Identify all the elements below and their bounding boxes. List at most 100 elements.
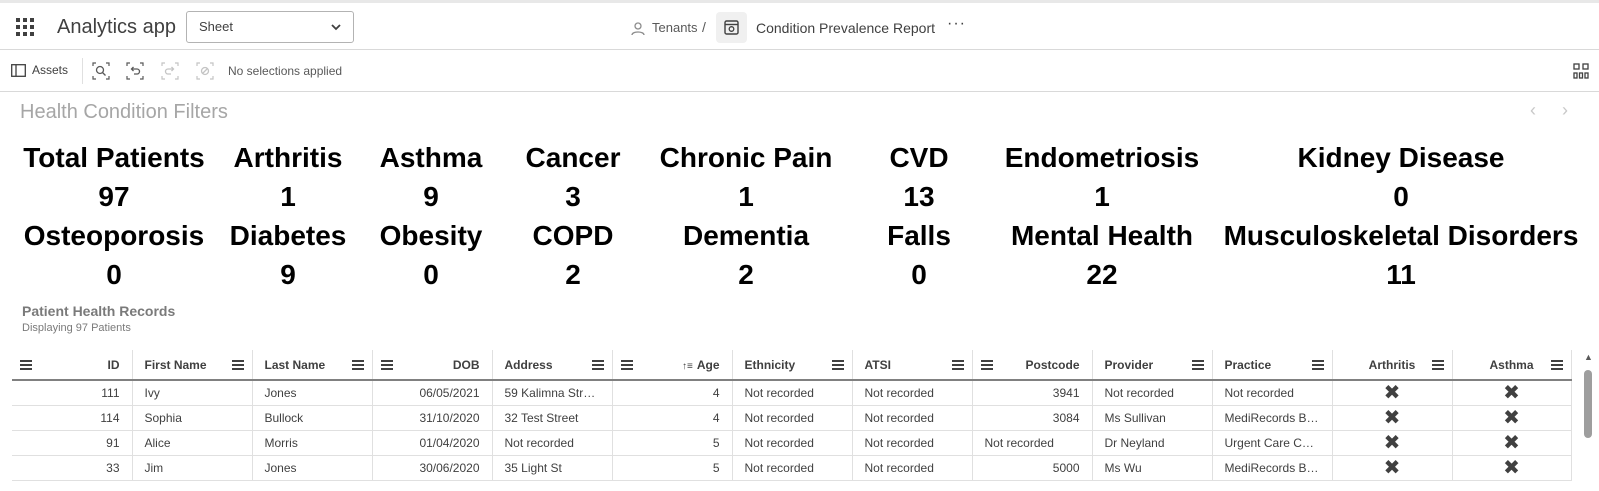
kpi-dementia[interactable]: Dementia 2	[646, 216, 846, 294]
cell-id[interactable]: 91	[12, 430, 133, 456]
column-header-atsi[interactable]: ATSI	[852, 350, 973, 381]
smart-search-icon[interactable]	[92, 62, 110, 80]
app-grid-icon[interactable]	[16, 18, 34, 36]
kpi-copd[interactable]: COPD 2	[500, 216, 646, 294]
kpi-arthritis[interactable]: Arthritis 1	[214, 138, 362, 216]
column-menu-icon[interactable]	[1550, 360, 1563, 370]
kpi-cvd[interactable]: CVD 13	[846, 138, 992, 216]
cross-icon[interactable]: ✖	[1332, 380, 1453, 406]
column-menu-icon[interactable]	[591, 360, 604, 370]
cross-icon[interactable]: ✖	[1332, 430, 1453, 456]
kpi-chronic-pain[interactable]: Chronic Pain 1	[646, 138, 846, 216]
column-menu-icon[interactable]	[980, 360, 993, 370]
column-header-ethnicity[interactable]: Ethnicity	[732, 350, 853, 381]
cross-icon[interactable]: ✖	[1452, 405, 1572, 431]
cell-age[interactable]: 5	[612, 430, 733, 456]
cell-provider[interactable]: Not recorded	[1092, 380, 1213, 406]
kpi-total-patients[interactable]: Total Patients 97	[14, 138, 214, 216]
cell-first-name[interactable]: Ivy	[132, 380, 253, 406]
cell-last-name[interactable]: Jones	[252, 455, 373, 481]
column-header-arthritis[interactable]: Arthritis	[1332, 350, 1453, 381]
column-menu-icon[interactable]	[231, 360, 244, 370]
chevron-right-icon[interactable]: ›	[1562, 100, 1568, 121]
cross-icon[interactable]: ✖	[1452, 380, 1572, 406]
cell-ethnicity[interactable]: Not recorded	[732, 405, 853, 431]
column-menu-icon[interactable]	[20, 360, 32, 370]
cell-provider[interactable]: Ms Sullivan	[1092, 405, 1213, 431]
kpi-osteoporosis[interactable]: Osteoporosis 0	[14, 216, 214, 294]
cell-first-name[interactable]: Jim	[132, 455, 253, 481]
sheet-dropdown[interactable]: Sheet	[186, 11, 354, 43]
cell-practice[interactable]: Not recorded	[1212, 380, 1333, 406]
cell-id[interactable]: 114	[12, 405, 133, 431]
table-row[interactable]: 91 Alice Morris 01/04/2020 Not recorded …	[12, 430, 1572, 456]
clear-selections-icon[interactable]	[196, 62, 214, 80]
cell-age[interactable]: 4	[612, 380, 733, 406]
table-row[interactable]: 111 Ivy Jones 06/05/2021 59 Kalimna Stre…	[12, 380, 1572, 406]
cell-postcode[interactable]: 3084	[972, 405, 1093, 431]
column-header-provider[interactable]: Provider	[1092, 350, 1213, 381]
cross-icon[interactable]: ✖	[1332, 405, 1453, 431]
assets-button[interactable]: Assets	[11, 63, 68, 77]
cell-practice[interactable]: MediRecords Bu...	[1212, 455, 1333, 481]
kpi-kidney-disease[interactable]: Kidney Disease 0	[1212, 138, 1590, 216]
column-header-postcode[interactable]: Postcode	[972, 350, 1093, 381]
cell-provider[interactable]: Ms Wu	[1092, 455, 1213, 481]
cross-icon[interactable]: ✖	[1452, 455, 1572, 481]
cell-last-name[interactable]: Jones	[252, 380, 373, 406]
scroll-up-icon[interactable]: ▲	[1584, 352, 1593, 362]
cell-age[interactable]: 5	[612, 455, 733, 481]
selections-panel-icon[interactable]	[1573, 63, 1589, 79]
scrollbar-thumb[interactable]	[1584, 370, 1592, 438]
cell-provider[interactable]: Dr Neyland	[1092, 430, 1213, 456]
table-row[interactable]: 33 Jim Jones 30/06/2020 35 Light St 5 No…	[12, 455, 1572, 481]
column-menu-icon[interactable]	[1311, 360, 1324, 370]
cell-practice[interactable]: MediRecords Bu...	[1212, 405, 1333, 431]
cross-icon[interactable]: ✖	[1332, 455, 1453, 481]
cell-dob[interactable]: 06/05/2021	[372, 380, 493, 406]
column-header-practice[interactable]: Practice	[1212, 350, 1333, 381]
cell-dob[interactable]: 31/10/2020	[372, 405, 493, 431]
column-menu-icon[interactable]	[620, 360, 633, 370]
column-menu-icon[interactable]	[1191, 360, 1204, 370]
column-menu-icon[interactable]	[1431, 360, 1444, 370]
cell-address[interactable]: 59 Kalimna Street	[492, 380, 613, 406]
cell-id[interactable]: 111	[12, 380, 133, 406]
cell-ethnicity[interactable]: Not recorded	[732, 380, 853, 406]
kpi-asthma[interactable]: Asthma 9	[362, 138, 500, 216]
column-header-asthma[interactable]: Asthma	[1452, 350, 1572, 381]
column-menu-icon[interactable]	[951, 360, 964, 370]
more-options-button[interactable]: ···	[947, 15, 966, 33]
cell-ethnicity[interactable]: Not recorded	[732, 455, 853, 481]
column-menu-icon[interactable]	[380, 360, 393, 370]
cross-icon[interactable]: ✖	[1452, 430, 1572, 456]
breadcrumb-tenants[interactable]: Tenants	[652, 20, 698, 35]
cell-atsi[interactable]: Not recorded	[852, 455, 973, 481]
column-header-last-name[interactable]: Last Name	[252, 350, 373, 381]
column-header-id[interactable]: ID	[12, 350, 133, 381]
table-scrollbar[interactable]: ▲	[1581, 350, 1595, 491]
cell-last-name[interactable]: Bullock	[252, 405, 373, 431]
kpi-mental-health[interactable]: Mental Health 22	[992, 216, 1212, 294]
kpi-diabetes[interactable]: Diabetes 9	[214, 216, 362, 294]
cell-dob[interactable]: 01/04/2020	[372, 430, 493, 456]
cell-address[interactable]: Not recorded	[492, 430, 613, 456]
kpi-obesity[interactable]: Obesity 0	[362, 216, 500, 294]
cell-first-name[interactable]: Sophia	[132, 405, 253, 431]
column-header-first-name[interactable]: First Name	[132, 350, 253, 381]
table-row[interactable]: 114 Sophia Bullock 31/10/2020 32 Test St…	[12, 405, 1572, 431]
column-menu-icon[interactable]	[351, 360, 364, 370]
cell-last-name[interactable]: Morris	[252, 430, 373, 456]
report-icon-button[interactable]	[716, 12, 747, 43]
kpi-endometriosis[interactable]: Endometriosis 1	[992, 138, 1212, 216]
kpi-falls[interactable]: Falls 0	[846, 216, 992, 294]
column-header-dob[interactable]: DOB	[372, 350, 493, 381]
step-back-icon[interactable]	[126, 62, 144, 80]
column-header-address[interactable]: Address	[492, 350, 613, 381]
cell-ethnicity[interactable]: Not recorded	[732, 430, 853, 456]
kpi-cancer[interactable]: Cancer 3	[500, 138, 646, 216]
cell-age[interactable]: 4	[612, 405, 733, 431]
chevron-left-icon[interactable]: ‹	[1530, 100, 1536, 121]
cell-postcode[interactable]: Not recorded	[972, 430, 1093, 456]
cell-practice[interactable]: Urgent Care Cen...	[1212, 430, 1333, 456]
